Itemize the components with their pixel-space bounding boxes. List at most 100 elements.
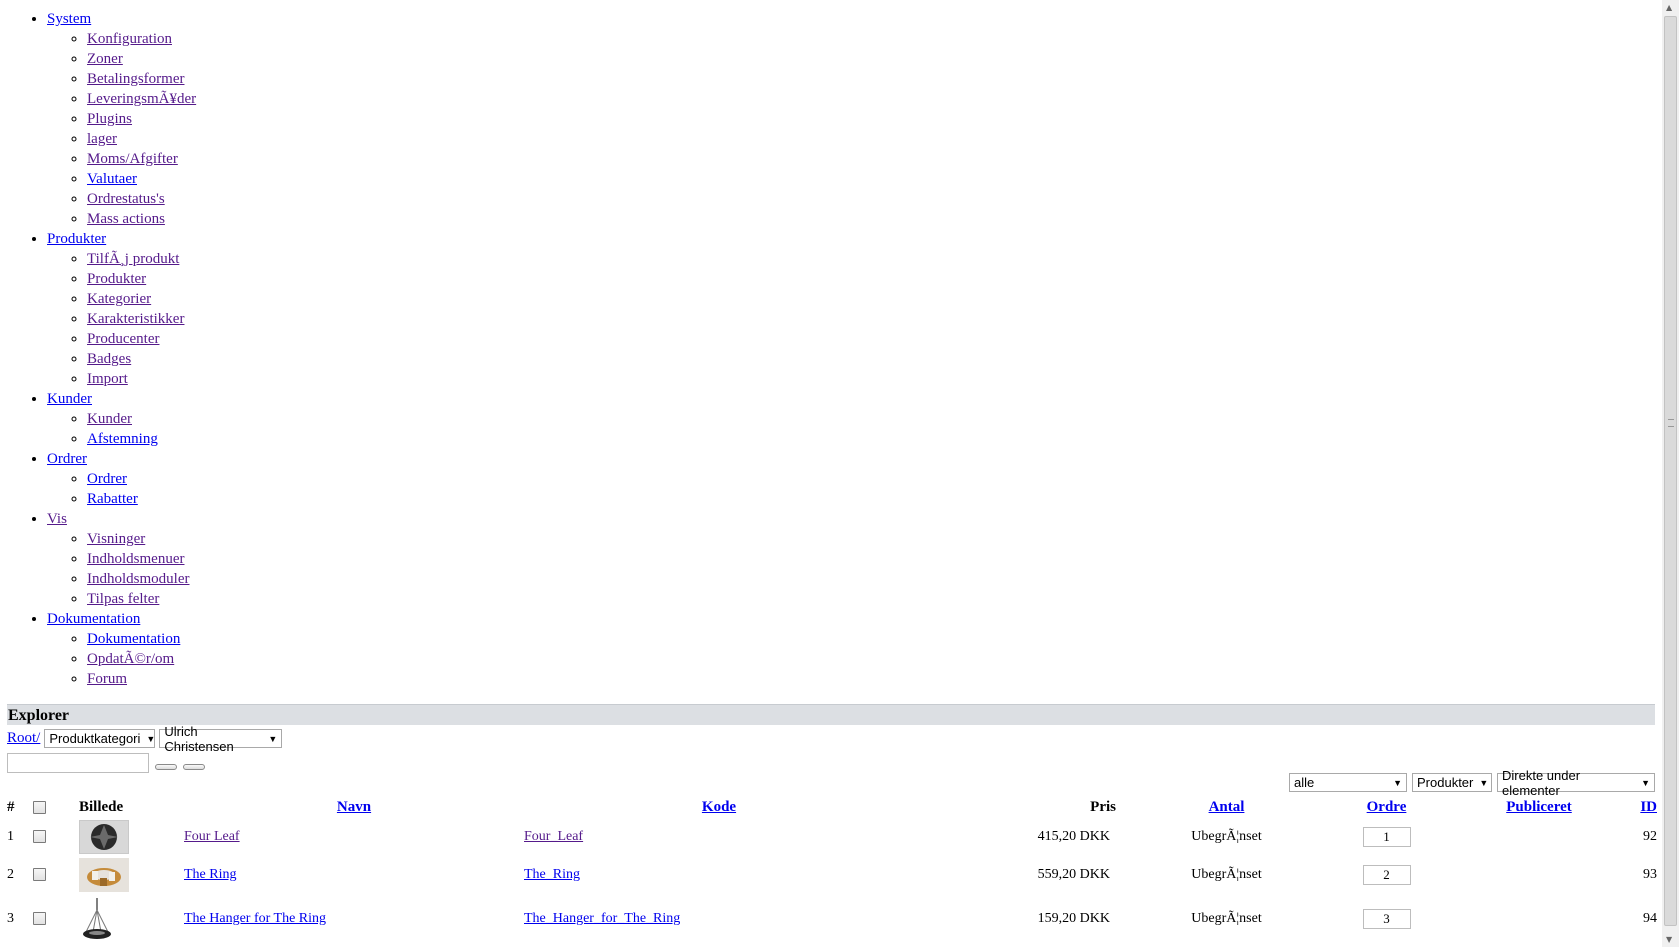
nav-sub-item: Import <box>87 369 900 389</box>
col-header-num: # <box>7 798 15 815</box>
filter-type-select[interactable]: Produkter ▼ <box>1412 773 1492 792</box>
col-header-order[interactable]: Ordre <box>1367 799 1407 815</box>
nav-link-visninger[interactable]: Visninger <box>87 531 145 547</box>
nav-sub-item: Valutaer <box>87 169 900 189</box>
scroll-up-icon[interactable]: ▲ <box>1666 3 1672 12</box>
nav-sub-item: Mass actions <box>87 209 900 229</box>
nav-sub-item: TilfÃ¸j produkt <box>87 249 900 269</box>
page-scrollbar[interactable]: ▲ ▼ <box>1662 0 1679 947</box>
nav-sub-item: Forum <box>87 669 900 689</box>
nav-link-karakteristikker[interactable]: Karakteristikker <box>87 311 184 327</box>
nav-link-indholdsmenuer[interactable]: Indholdsmenuer <box>87 551 184 567</box>
chevron-down-icon: ▼ <box>146 733 156 744</box>
nav-link-valutaer[interactable]: Valutaer <box>87 171 137 187</box>
nav-sub-kunder: Kunder Afstemning <box>47 409 900 449</box>
nav-link-vis[interactable]: Vis <box>47 511 67 527</box>
nav-link-opdater-om[interactable]: OpdatÃ©r/om <box>87 651 174 667</box>
search-input[interactable] <box>7 753 149 773</box>
row-num: 3 <box>7 911 14 926</box>
product-name-link[interactable]: Four Leaf <box>184 829 240 844</box>
nav-link-kategorier[interactable]: Kategorier <box>87 291 151 307</box>
nav-link-dokumentation-sub[interactable]: Dokumentation <box>87 631 180 647</box>
published-cell <box>1464 856 1614 894</box>
nav-sub-dokumentation: Dokumentation OpdatÃ©r/om Forum <box>47 629 900 689</box>
nav-link-lager[interactable]: lager <box>87 131 117 147</box>
product-code-link[interactable]: The_Ring <box>524 867 580 882</box>
nav-link-leveringsmaader[interactable]: LeveringsmÃ¥der <box>87 91 196 107</box>
nav-group-kunder: Kunder Kunder Afstemning <box>47 389 900 449</box>
hanger-product-thumbnail-icon[interactable] <box>79 896 115 942</box>
nav-link-plugins[interactable]: Plugins <box>87 111 132 127</box>
nav-link-produkter-list[interactable]: Produkter <box>87 271 146 287</box>
nav-link-producenter[interactable]: Producenter <box>87 331 159 347</box>
nav-link-indholdsmoduler[interactable]: Indholdsmoduler <box>87 571 190 587</box>
scroll-thumb[interactable] <box>1664 16 1677 926</box>
row-image-cell <box>79 856 184 894</box>
row-image-cell <box>79 894 184 944</box>
table-row: 2 The Ring The_Ring 559,20 DKK UbegrÃ¦ns… <box>7 856 1657 894</box>
row-num: 1 <box>7 829 14 844</box>
nav-link-betalingsformer[interactable]: Betalingsformer <box>87 71 184 87</box>
col-header-id[interactable]: ID <box>1640 799 1657 815</box>
col-header-qty[interactable]: Antal <box>1209 799 1245 815</box>
product-code-link[interactable]: The_Hanger_for_The_Ring <box>524 911 680 926</box>
nav-link-tilfoej-produkt[interactable]: TilfÃ¸j produkt <box>87 251 179 267</box>
product-code-link[interactable]: Four_Leaf <box>524 829 583 844</box>
order-input[interactable]: 1 <box>1362 827 1411 847</box>
nav-sub-item: Dokumentation <box>87 629 900 649</box>
row-num: 2 <box>7 867 14 882</box>
row-checkbox[interactable] <box>33 868 46 882</box>
nav-sub-item: Produkter <box>87 269 900 289</box>
nav-link-import[interactable]: Import <box>87 371 128 387</box>
filter-type-value: Produkter <box>1417 775 1474 790</box>
nav-link-system[interactable]: System <box>47 11 91 27</box>
nav-link-ordrer[interactable]: Ordrer <box>47 451 87 467</box>
search-button[interactable] <box>155 764 177 770</box>
product-price: 559,20 DKK <box>1037 867 1110 882</box>
nav-link-forum[interactable]: Forum <box>87 671 127 687</box>
category-select-value: Produktkategori <box>49 731 141 746</box>
published-cell <box>1464 894 1614 944</box>
row-checkbox[interactable] <box>33 830 46 844</box>
row-checkbox[interactable] <box>33 912 46 926</box>
nav-link-dokumentation[interactable]: Dokumentation <box>47 611 140 627</box>
order-cell: 3 <box>1309 894 1464 944</box>
category-select[interactable]: Produktkategori ▼ <box>44 729 156 748</box>
nav-sub-item: Konfiguration <box>87 29 900 49</box>
order-input[interactable]: 2 <box>1362 865 1411 885</box>
nav-link-moms-afgifter[interactable]: Moms/Afgifter <box>87 151 178 167</box>
nav-link-produkter[interactable]: Produkter <box>47 231 106 247</box>
nav-sub-item: Zoner <box>87 49 900 69</box>
product-name-link[interactable]: The Ring <box>184 867 237 882</box>
nav-link-ordrer-list[interactable]: Ordrer <box>87 471 127 487</box>
col-header-name[interactable]: Navn <box>337 799 371 815</box>
admin-navigation: System Konfiguration Zoner Betalingsform… <box>0 9 900 689</box>
user-select[interactable]: Ulrich Christensen ▼ <box>159 724 283 754</box>
select-all-checkbox[interactable] <box>33 800 46 814</box>
four-leaf-product-thumbnail-icon[interactable] <box>79 820 129 854</box>
nav-sub-item: Badges <box>87 349 900 369</box>
root-link[interactable]: Root/ <box>7 730 40 747</box>
nav-link-zoner[interactable]: Zoner <box>87 51 123 67</box>
filter-all-select[interactable]: alle ▼ <box>1289 773 1407 792</box>
filter-scope-select[interactable]: Direkte under elementer ▼ <box>1497 768 1655 798</box>
ring-product-thumbnail-icon[interactable] <box>79 858 129 892</box>
nav-link-ordrestatus[interactable]: Ordrestatus's <box>87 191 165 207</box>
nav-link-rabatter[interactable]: Rabatter <box>87 491 138 507</box>
nav-link-tilpas-felter[interactable]: Tilpas felter <box>87 591 159 607</box>
nav-link-mass-actions[interactable]: Mass actions <box>87 211 165 227</box>
nav-link-kunder[interactable]: Kunder <box>47 391 92 407</box>
scroll-down-icon[interactable]: ▼ <box>1666 935 1672 944</box>
nav-link-kunder-list[interactable]: Kunder <box>87 411 132 427</box>
col-header-published[interactable]: Publiceret <box>1506 799 1572 815</box>
user-select-value: Ulrich Christensen <box>164 723 234 754</box>
chevron-down-icon: ▼ <box>268 733 278 744</box>
search-row <box>7 753 205 773</box>
nav-link-badges[interactable]: Badges <box>87 351 131 367</box>
product-name-link[interactable]: The Hanger for The Ring <box>184 911 326 926</box>
order-input[interactable]: 3 <box>1362 909 1411 929</box>
nav-link-afstemning[interactable]: Afstemning <box>87 431 158 447</box>
col-header-code[interactable]: Kode <box>702 799 736 815</box>
nav-link-konfiguration[interactable]: Konfiguration <box>87 31 172 47</box>
reset-button[interactable] <box>183 764 205 770</box>
